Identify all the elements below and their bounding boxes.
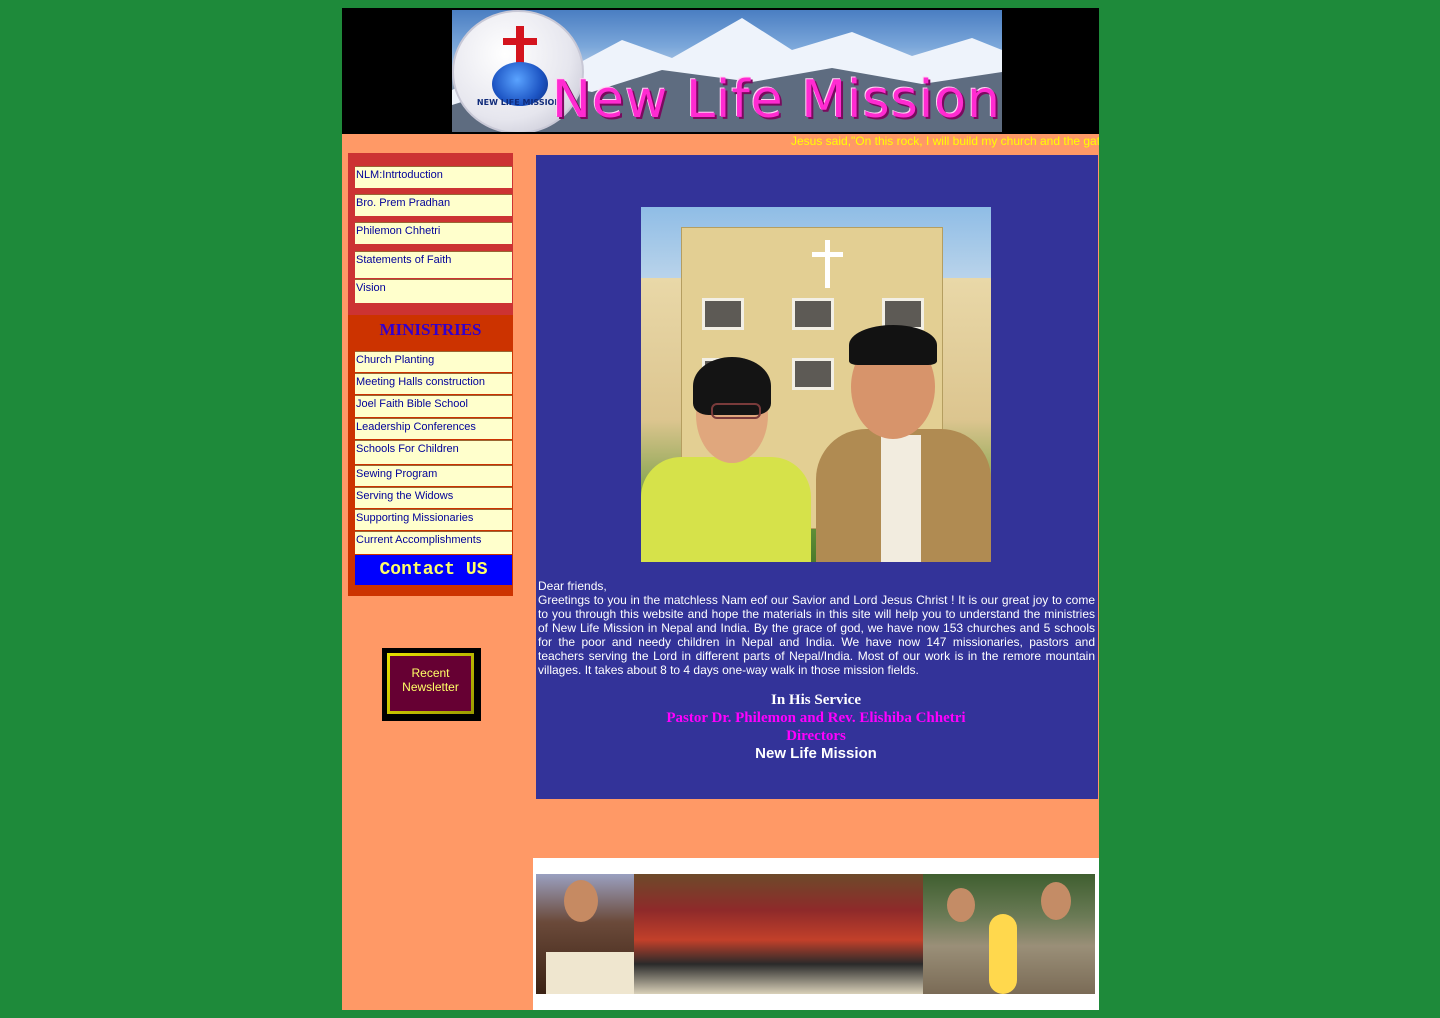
welcome-letter: Dear friends, Greetings to you in the ma… <box>538 579 1095 677</box>
banner-image: NEW LIFE MISSION New Life Mission <box>452 10 1002 132</box>
cross-icon <box>825 240 830 288</box>
signature-role: Directors <box>786 728 846 744</box>
sidebar-item-leadership-conferences[interactable]: Leadership Conferences <box>355 418 512 439</box>
recent-newsletter-button[interactable]: Recent Newsletter <box>382 648 481 721</box>
ministries-heading: MINISTRIES <box>379 320 482 339</box>
sidebar-item-current-accomplishments[interactable]: Current Accomplishments <box>355 531 512 554</box>
directors-photo <box>641 207 991 562</box>
sidebar-item-sewing-program[interactable]: Sewing Program <box>355 465 512 486</box>
letter-greeting: Dear friends, <box>538 579 607 593</box>
sidebar-item-supporting-missionaries[interactable]: Supporting Missionaries <box>355 509 512 530</box>
newsletter-label-line2: Newsletter <box>402 680 459 694</box>
sidebar-item-schools-for-children[interactable]: Schools For Children <box>355 440 512 464</box>
congregation-photo <box>634 874 923 994</box>
welcome-panel: Dear friends, Greetings to you in the ma… <box>536 155 1098 799</box>
sidebar-item-meeting-halls[interactable]: Meeting Halls construction <box>355 373 512 394</box>
sidebar-item-serving-widows[interactable]: Serving the Widows <box>355 487 512 508</box>
sidebar-item-nlm-introduction[interactable]: NLM:Intrtoduction <box>355 166 512 188</box>
newsletter-label-line1: Recent <box>411 666 450 680</box>
contact-us-button[interactable]: Contact US <box>355 555 512 585</box>
sidebar-nav: NLM:Intrtoduction Bro. Prem Pradhan Phil… <box>348 153 513 596</box>
sidebar-item-church-planting[interactable]: Church Planting <box>355 351 512 372</box>
signature-names: Pastor Dr. Philemon and Rev. Elishiba Ch… <box>666 710 966 726</box>
scripture-marquee: Jesus said,"On this rock, I will build m… <box>791 134 1099 148</box>
signature-organization: New Life Mission <box>755 745 877 762</box>
marquee-text: Jesus said,"On this rock, I will build m… <box>791 134 1099 148</box>
sidebar-item-bible-school[interactable]: Joel Faith Bible School <box>355 395 512 417</box>
site-title: New Life Mission <box>552 70 1001 130</box>
page-container: NEW LIFE MISSION New Life Mission Jesus … <box>342 8 1099 1010</box>
sidebar-item-vision[interactable]: Vision <box>355 279 512 303</box>
sidebar-item-statements-of-faith[interactable]: Statements of Faith <box>355 251 512 278</box>
logo-text: NEW LIFE MISSION <box>476 98 562 107</box>
sidebar-item-prem-pradhan[interactable]: Bro. Prem Pradhan <box>355 194 512 216</box>
signature-intro: In His Service <box>771 692 861 708</box>
sidebar-item-philemon-chhetri[interactable]: Philemon Chhetri <box>355 222 512 244</box>
letter-body: Greetings to you in the matchless Nam eo… <box>538 593 1095 677</box>
baptism-photo <box>923 874 1095 994</box>
preaching-photo <box>536 874 634 994</box>
site-banner: NEW LIFE MISSION New Life Mission <box>342 8 1099 134</box>
